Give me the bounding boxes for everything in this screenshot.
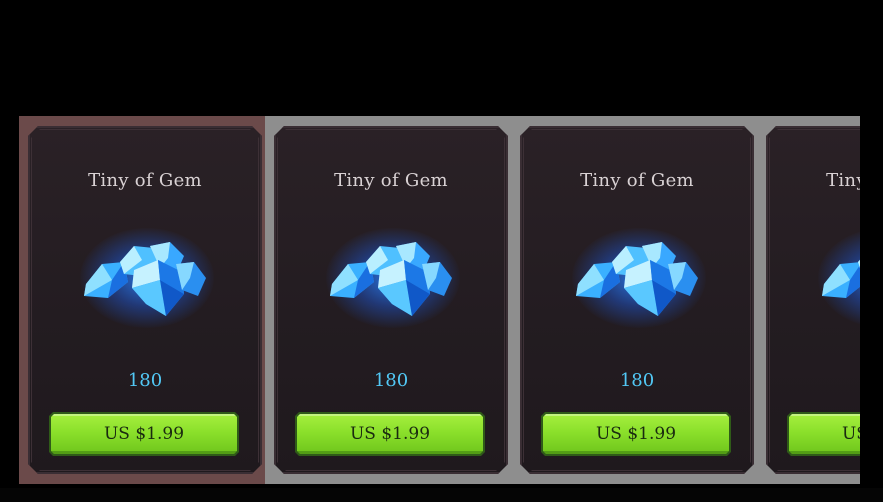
- offer-slot-3[interactable]: Tiny of Gem 180 US $1.99: [511, 116, 757, 484]
- offer-slot-4[interactable]: Tiny of Gem: [757, 116, 860, 484]
- gem-icon: [810, 224, 860, 334]
- offer-title: Tiny of Gem: [826, 170, 857, 191]
- price-label: US $1.99: [349, 424, 431, 444]
- buy-button[interactable]: US $1.99: [295, 412, 485, 456]
- offer-carousel[interactable]: Tiny of Gem 180 US $1.99 Tiny of Gem 180…: [19, 116, 860, 484]
- bottom-bar: [0, 488, 883, 502]
- gem-amount: 180: [619, 370, 655, 391]
- price-label: US $1.99: [841, 424, 857, 444]
- price-label: US $1.99: [595, 424, 677, 444]
- game-shop-screen: Tiny of Gem 180 US $1.99 Tiny of Gem 180…: [0, 0, 883, 502]
- gem-amount: 180: [373, 370, 409, 391]
- offer-slot-2[interactable]: Tiny of Gem 180 US $1.99: [265, 116, 511, 484]
- offer-card[interactable]: Tiny of Gem: [766, 126, 860, 474]
- gem-icon: [564, 224, 714, 334]
- offer-card[interactable]: Tiny of Gem: [520, 126, 754, 474]
- buy-button[interactable]: US $1.99: [49, 412, 239, 456]
- offer-slot-1[interactable]: Tiny of Gem 180 US $1.99: [19, 116, 265, 484]
- buy-button[interactable]: US $1.99: [541, 412, 731, 456]
- offer-card[interactable]: Tiny of Gem: [274, 126, 508, 474]
- offer-title: Tiny of Gem: [88, 170, 202, 191]
- price-label: US $1.99: [103, 424, 185, 444]
- gem-icon: [72, 224, 222, 334]
- offer-card[interactable]: Tiny of Gem: [28, 126, 262, 474]
- gem-icon: [318, 224, 468, 334]
- buy-button[interactable]: US $1.99: [787, 412, 860, 456]
- gem-amount: 180: [127, 370, 163, 391]
- offer-title: Tiny of Gem: [334, 170, 448, 191]
- offer-title: Tiny of Gem: [580, 170, 694, 191]
- gem-amount: 180: [766, 370, 860, 391]
